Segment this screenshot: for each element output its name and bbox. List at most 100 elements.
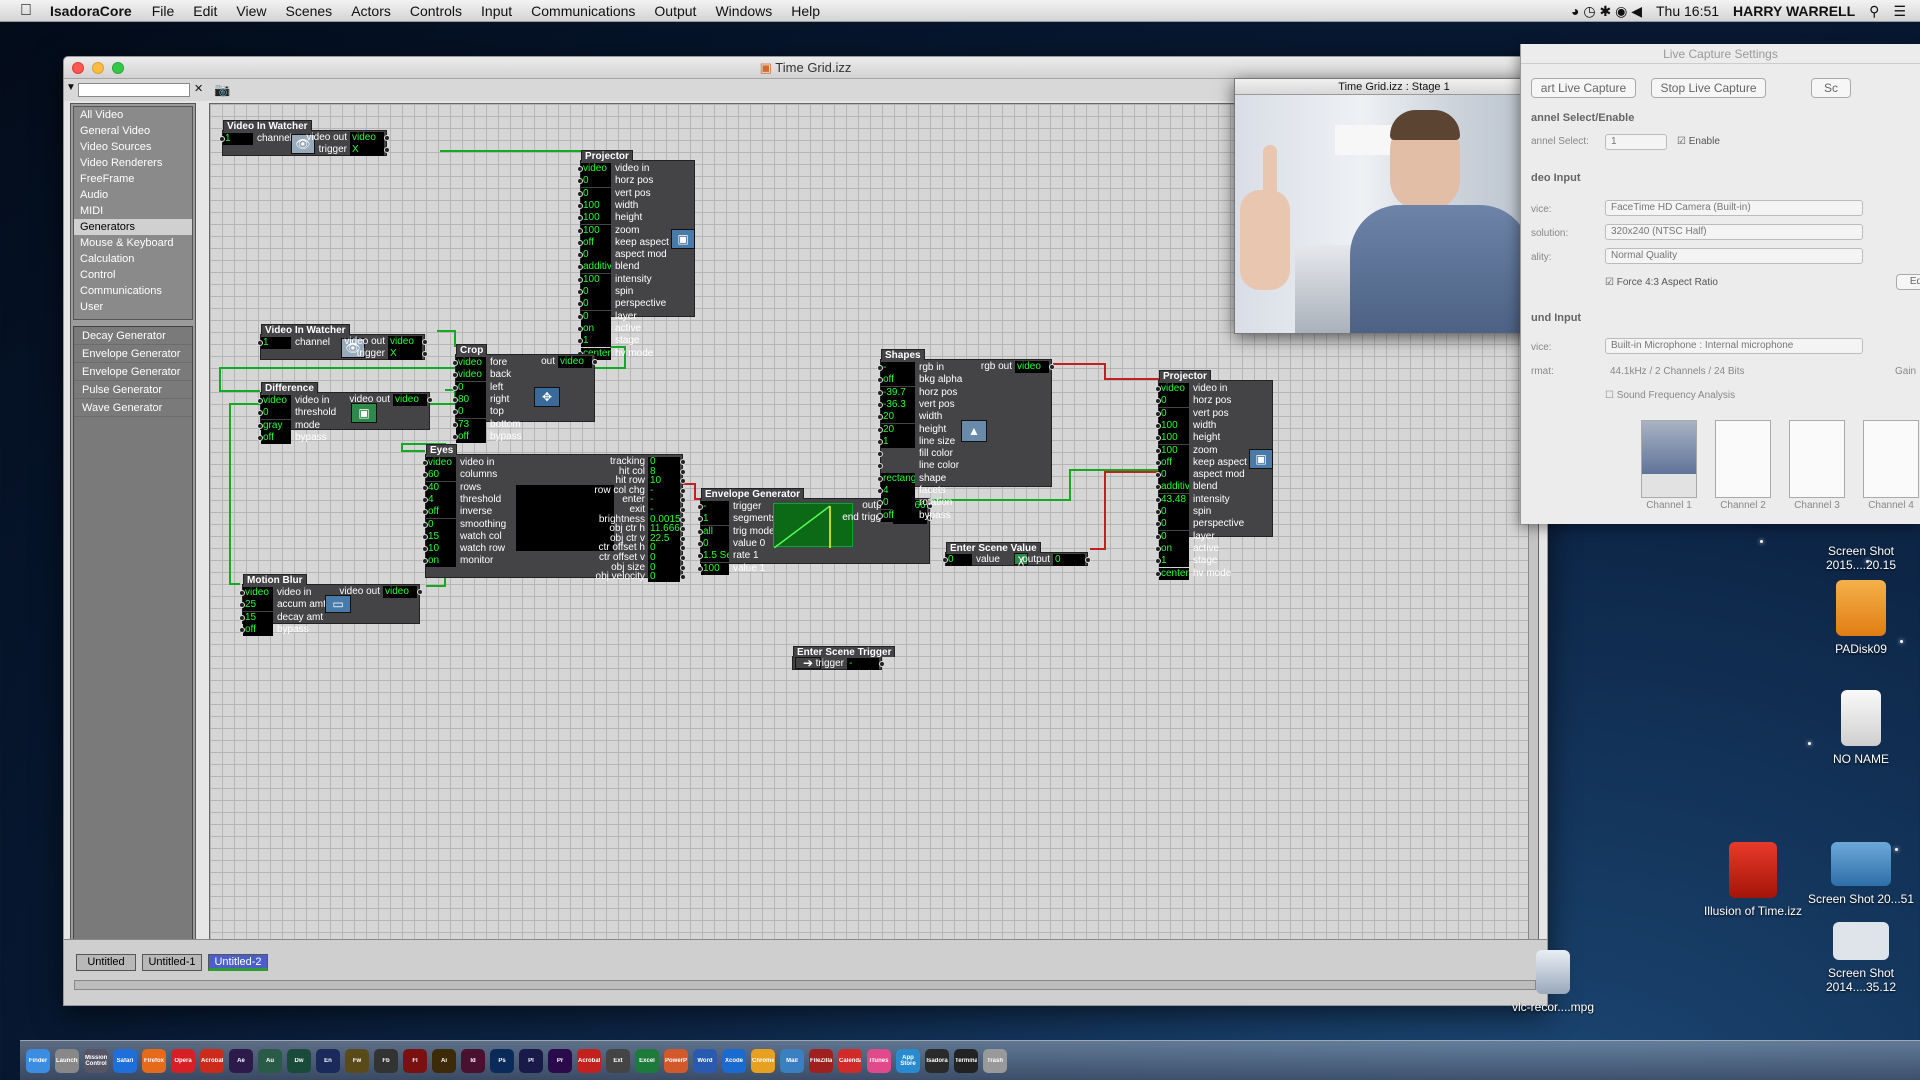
input-property[interactable]: on active: [1159, 542, 1219, 555]
dock-app-safari[interactable]: Safari: [113, 1048, 137, 1073]
dock-app-calendar[interactable]: Calendar: [838, 1048, 862, 1073]
property-value[interactable]: -36.3: [881, 398, 915, 411]
channel-4-thumb[interactable]: [1863, 420, 1919, 498]
input-property[interactable]: -36.3 vert pos: [881, 398, 955, 411]
input-property[interactable]: 0 aspect mod: [1159, 469, 1245, 482]
output-port[interactable]: [422, 339, 428, 345]
property-value[interactable]: 0: [456, 406, 486, 419]
property-value[interactable]: 20: [881, 411, 915, 424]
input-property[interactable]: 80 right: [456, 393, 509, 406]
input-port[interactable]: [1155, 545, 1161, 552]
input-port[interactable]: [1155, 386, 1161, 392]
dock-app-ext[interactable]: Ext: [606, 1048, 630, 1073]
stop-live-capture-button[interactable]: Stop Live Capture: [1651, 78, 1766, 98]
output-port[interactable]: [680, 507, 686, 513]
property-value[interactable]: on: [581, 322, 611, 335]
property-value[interactable]: 0: [1159, 407, 1189, 420]
property-value[interactable]: all: [701, 525, 729, 538]
property-value[interactable]: 43.48: [1159, 493, 1189, 506]
output-port[interactable]: [422, 351, 428, 357]
property-value[interactable]: 4: [881, 485, 915, 497]
output-property[interactable]: out video: [537, 356, 592, 368]
dock-app-fw[interactable]: Fw: [345, 1048, 369, 1073]
input-property[interactable]: 0 spin: [581, 286, 633, 298]
input-port[interactable]: [1155, 422, 1161, 429]
input-property[interactable]: video video in: [1159, 383, 1227, 395]
property-value[interactable]: 100: [1159, 419, 1189, 432]
input-property[interactable]: 20 width: [881, 411, 942, 424]
property-value[interactable]: off: [243, 623, 273, 636]
input-property[interactable]: 0 top: [456, 406, 504, 419]
horizontal-scrollbar[interactable]: [74, 980, 1536, 990]
category-item[interactable]: Communications: [74, 283, 192, 299]
input-port[interactable]: [239, 614, 245, 621]
user-name[interactable]: HARRY WARRELL: [1733, 3, 1855, 19]
property-value[interactable]: rectangle: [881, 472, 915, 485]
output-value[interactable]: video: [383, 586, 417, 598]
output-port[interactable]: [592, 359, 598, 365]
property-value[interactable]: gray: [261, 419, 291, 432]
spotlight-icon[interactable]: ⚲: [1869, 3, 1879, 20]
notification-icon[interactable]: ☰: [1893, 3, 1906, 20]
input-port[interactable]: [422, 496, 428, 503]
input-property[interactable]: 0 layer: [581, 310, 637, 323]
channel-3-thumb[interactable]: [1789, 420, 1845, 498]
input-port[interactable]: [257, 340, 263, 346]
clock[interactable]: Thu 16:51: [1656, 3, 1719, 19]
input-property[interactable]: off bkg alpha: [881, 374, 962, 387]
dock-app-firefox[interactable]: Firefox: [142, 1048, 166, 1073]
actor-proj2[interactable]: Projector video video in 0 horz pos 0 vert pos…: [1155, 370, 1273, 580]
category-item[interactable]: Generators: [74, 219, 192, 235]
actor-viw2[interactable]: Video In Watcher 1 channel 👁 video out video t…: [257, 324, 428, 360]
input-property[interactable]: off inverse: [426, 506, 492, 519]
scene-tab-untitled-2[interactable]: Untitled-2: [208, 954, 268, 971]
output-value[interactable]: video: [393, 394, 427, 406]
dock-app-dw[interactable]: Dw: [287, 1048, 311, 1073]
property-value[interactable]: 0: [946, 554, 972, 566]
category-item[interactable]: Mouse & Keyboard: [74, 235, 192, 251]
input-port[interactable]: [219, 136, 225, 142]
property-value[interactable]: off: [1159, 456, 1189, 469]
property-value[interactable]: 25: [243, 599, 273, 612]
property-value[interactable]: 73: [456, 418, 486, 431]
input-property[interactable]: 1 segments: [701, 513, 776, 526]
wire[interactable]: [1053, 363, 1160, 380]
input-property[interactable]: 100 height: [581, 212, 642, 225]
input-property[interactable]: 1 stage: [581, 335, 639, 348]
input-property[interactable]: 100 value 1: [701, 562, 765, 575]
property-value[interactable]: off: [456, 430, 486, 443]
property-value[interactable]: video: [261, 395, 291, 407]
input-port[interactable]: [697, 565, 703, 572]
channel-2-thumb[interactable]: [1715, 420, 1771, 498]
output-port[interactable]: [680, 535, 686, 542]
property-value[interactable]: 100: [1159, 444, 1189, 457]
input-port[interactable]: [452, 433, 458, 440]
output-port[interactable]: [680, 555, 686, 561]
property-value[interactable]: 0: [1159, 469, 1189, 482]
property-value[interactable]: 0: [581, 298, 611, 311]
output-value[interactable]: 0: [648, 543, 680, 554]
output-port[interactable]: [427, 397, 433, 403]
input-property[interactable]: 100 zoom: [1159, 444, 1217, 457]
input-port[interactable]: [877, 365, 883, 371]
output-property[interactable]: video out video: [335, 586, 417, 598]
input-property[interactable]: off bypass: [456, 430, 522, 443]
category-item[interactable]: Video Renderers: [74, 155, 192, 171]
dock-app-ai[interactable]: Ai: [432, 1048, 456, 1073]
menu-controls[interactable]: Controls: [410, 3, 462, 19]
property-value[interactable]: 100: [1159, 432, 1189, 445]
desktop-icon[interactable]: Illusion of Time.izz: [1698, 842, 1808, 918]
input-port[interactable]: [452, 384, 458, 391]
output-port[interactable]: [680, 468, 686, 475]
output-value[interactable]: -: [648, 495, 680, 506]
input-property[interactable]: 1 channel: [223, 133, 292, 145]
actor-list-item[interactable]: Wave Generator: [74, 399, 192, 417]
input-property[interactable]: all trig mode: [701, 525, 775, 538]
input-property[interactable]: video back: [456, 369, 511, 382]
resolution-select[interactable]: 320x240 (NTSC Half): [1605, 224, 1863, 240]
input-port[interactable]: [577, 202, 583, 209]
clear-search-icon[interactable]: ✕: [194, 82, 203, 95]
input-property[interactable]: 20 height: [881, 423, 946, 436]
output-value[interactable]: -: [648, 485, 680, 496]
output-value[interactable]: 0.0015: [648, 514, 680, 525]
